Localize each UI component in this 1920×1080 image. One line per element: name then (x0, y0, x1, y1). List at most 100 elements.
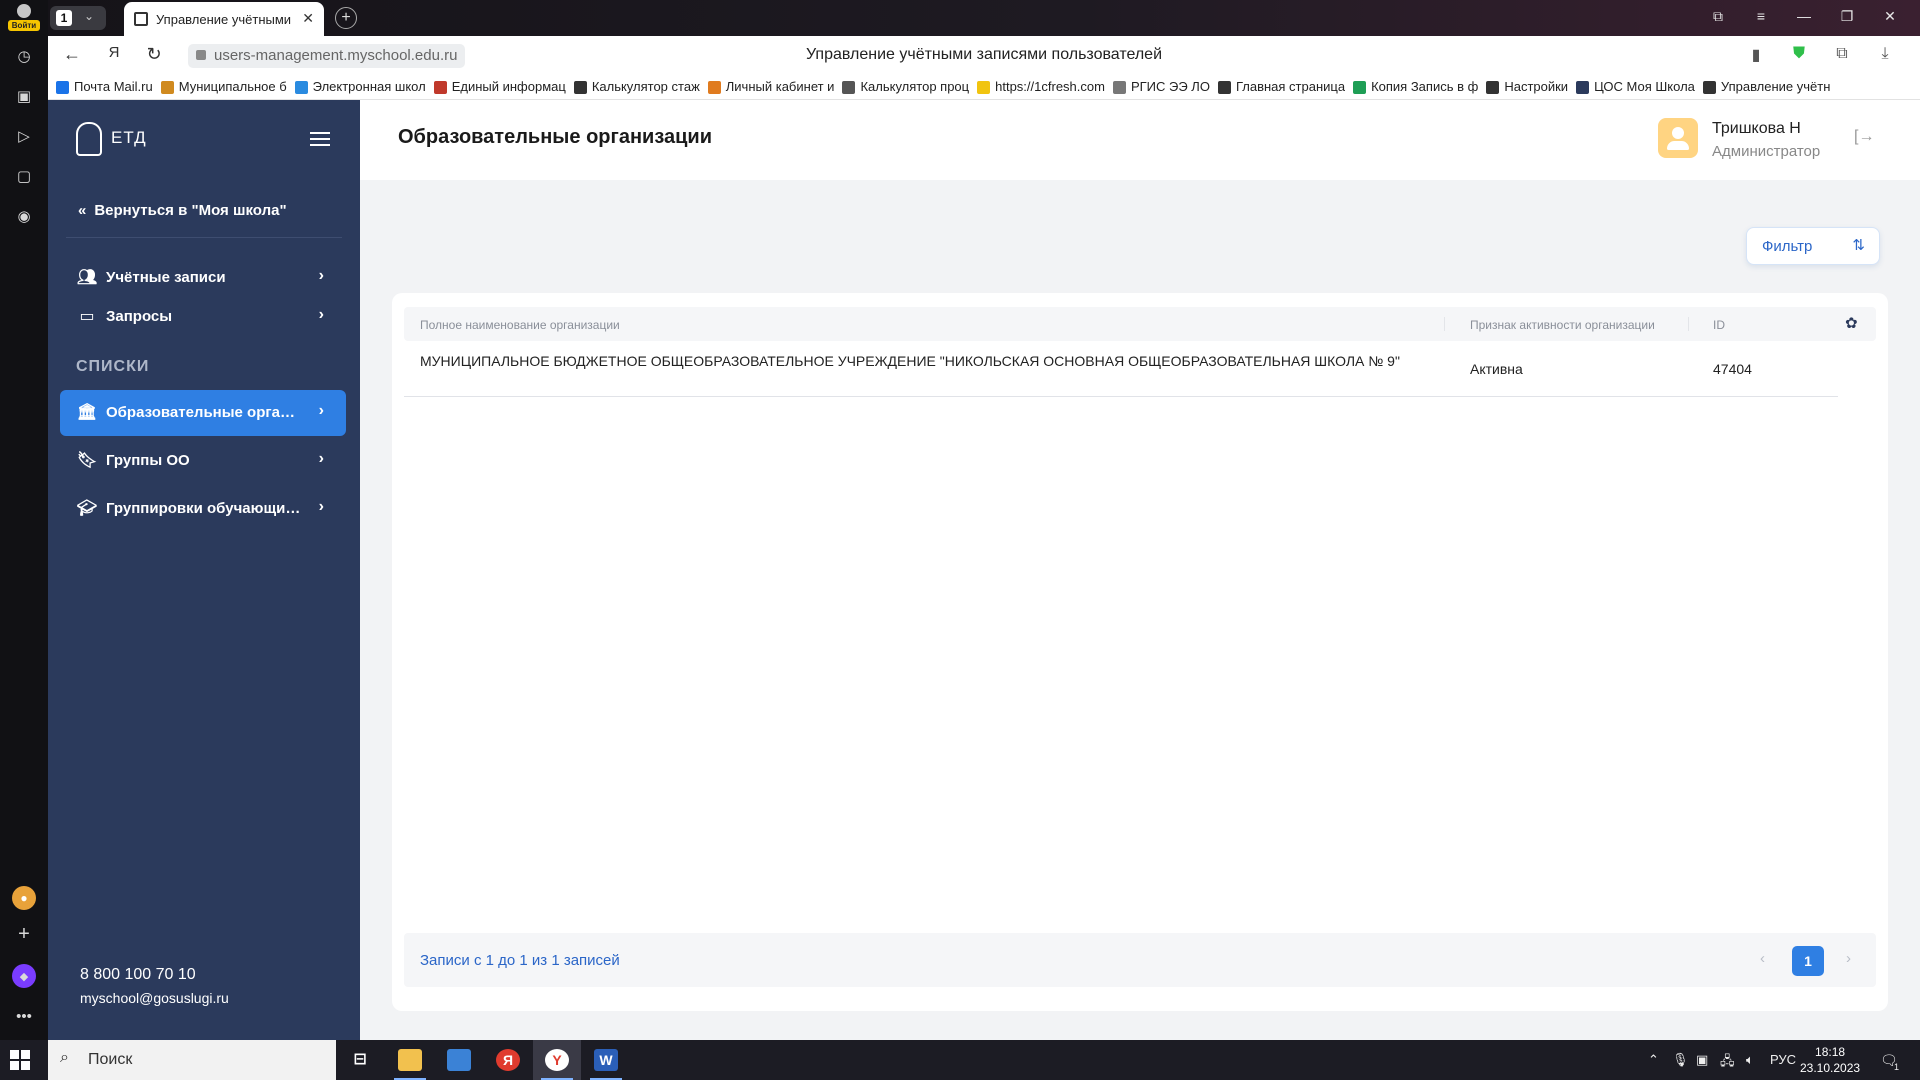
bookmark-label: РГИС ЭЭ ЛО (1130, 79, 1210, 94)
column-divider (1444, 317, 1445, 331)
bookmark-label: Муниципальное б (178, 79, 287, 94)
yandex-icon[interactable]: Я (102, 44, 126, 61)
bookmark-label: Главная страница (1235, 79, 1346, 94)
word-icon[interactable]: W (582, 1040, 630, 1080)
bookmark-label: Личный кабинет и (725, 79, 835, 94)
task-view-icon[interactable]: ⊟ (336, 1040, 384, 1080)
new-tab-button[interactable]: + (335, 7, 357, 29)
file-explorer-icon[interactable] (386, 1040, 434, 1080)
sidebar-item-student-groupings[interactable]: 🎓︎ Группировки обучающихся › (60, 486, 346, 532)
extensions-icon[interactable]: ⧉ (1831, 45, 1853, 63)
chevron-right-icon: › (318, 306, 324, 323)
avatar[interactable] (1658, 118, 1698, 158)
store-icon[interactable] (435, 1040, 483, 1080)
bookmark-item[interactable]: Настройки (1484, 76, 1568, 99)
tab-count-icon[interactable]: ▢ (12, 164, 36, 188)
chevron-right-icon: › (318, 498, 324, 515)
yandex-app-icon[interactable]: Я (484, 1040, 532, 1080)
active-tab[interactable]: Управление учётными ✕ (124, 2, 324, 36)
bookmark-item[interactable]: Личный кабинет и (706, 76, 835, 99)
bookmark-label: Калькулятор стаж (591, 79, 700, 94)
add-panel-icon[interactable]: + (12, 922, 36, 946)
bookmark-item[interactable]: ЦОС Моя Школа (1574, 76, 1695, 99)
reload-icon[interactable]: ↻ (142, 44, 166, 65)
bookmark-item[interactable]: Единый информац (432, 76, 566, 99)
bookmark-favicon-icon (1576, 81, 1590, 94)
users-icon: 👥︎ (76, 269, 98, 286)
page-header: Образовательные организации Тришкова Н А… (360, 100, 1920, 180)
chevron-up-icon[interactable]: ⌃ (1648, 1052, 1659, 1068)
clock-date: 23.10.2023 (1800, 1061, 1861, 1075)
system-clock[interactable]: 18:18 23.10.2023 (1800, 1044, 1860, 1076)
bookmark-item[interactable]: Копия Запись в ф (1351, 76, 1478, 99)
restore-icon[interactable]: ❐ (1837, 8, 1857, 25)
table-row[interactable]: МУНИЦИПАЛЬНОЕ БЮДЖЕТНОЕ ОБЩЕОБРАЗОВАТЕЛЬ… (404, 341, 1838, 397)
yandex-browser-icon[interactable]: Y (533, 1040, 581, 1080)
alice-assistant-icon[interactable]: ◆ (12, 964, 36, 988)
close-tab-icon[interactable]: ✕ (302, 10, 314, 27)
url-field[interactable]: users-management.myschool.edu.ru (188, 44, 466, 68)
network-icon[interactable]: 🖧︎ (1720, 1052, 1735, 1074)
bookmark-item[interactable]: Муниципальное б (159, 76, 287, 99)
page-number-button[interactable]: 1 (1792, 946, 1824, 976)
chevron-right-icon: › (318, 267, 324, 284)
hamburger-menu-icon[interactable] (310, 132, 330, 146)
bookmark-item[interactable]: Калькулятор стаж (572, 76, 700, 99)
back-icon[interactable]: ← (60, 44, 84, 65)
weather-icon[interactable]: ● (12, 886, 36, 910)
screen-record-icon[interactable]: ▣ (1696, 1052, 1708, 1068)
sidebar-item-organizations[interactable]: 🏛︎ Образовательные организации › (60, 390, 346, 436)
address-bar: ← Я ↻ users-management.myschool.edu.ru У… (48, 36, 1920, 76)
bookmark-icon: 🔖︎ (76, 452, 98, 469)
more-icon[interactable]: ••• (12, 1004, 36, 1028)
sidebar-item-requests[interactable]: ▭ Запросы › (60, 294, 346, 340)
bookmark-item[interactable]: РГИС ЭЭ ЛО (1111, 76, 1210, 99)
protect-shield-icon[interactable]: ⛊ (1788, 45, 1810, 63)
bookmark-item[interactable]: Электронная школ (293, 76, 426, 99)
taskbar-search[interactable]: ⌕ Поиск (48, 1040, 336, 1080)
notification-count: 1 (1894, 1062, 1900, 1072)
bookmark-icon[interactable]: ▮ (1745, 45, 1767, 65)
clock-time: 18:18 (1815, 1045, 1846, 1059)
chevron-left-icon[interactable]: ‹ (1760, 950, 1765, 967)
close-window-icon[interactable]: ✕ (1880, 8, 1900, 25)
column-header-name[interactable]: Полное наименование организации (420, 318, 620, 332)
bookmark-label: https://1cfresh.com (995, 79, 1105, 94)
downloads-icon[interactable]: ⤓ (1874, 45, 1896, 63)
column-header-status[interactable]: Признак активности организации (1470, 318, 1655, 332)
cell-status: Активна (1470, 361, 1523, 377)
back-to-myschool-link[interactable]: « Вернуться в "Моя школа" (78, 202, 287, 219)
user-name: Тришкова Н (1712, 120, 1801, 137)
inbox-icon: ▭ (79, 308, 95, 325)
tab-switcher[interactable]: 1 ⌄ (50, 6, 106, 30)
login-button[interactable]: Войти (6, 3, 42, 33)
history-icon[interactable]: ◷ (12, 44, 36, 68)
minimize-icon[interactable]: — (1794, 8, 1814, 24)
sidebar-item-org-groups[interactable]: 🔖︎ Группы ОО › (60, 438, 346, 484)
back-link-label: Вернуться в "Моя школа" (94, 202, 287, 219)
bookmarks-panel-icon[interactable]: ⧉ (1708, 8, 1728, 25)
video-icon[interactable]: ▷ (12, 124, 36, 148)
bookmark-item[interactable]: Почта Mail.ru (54, 76, 153, 99)
chevron-right-icon[interactable]: › (1846, 950, 1851, 967)
browser-menu-icon[interactable]: ≡ (1751, 8, 1771, 24)
language-indicator[interactable]: РУС (1770, 1052, 1796, 1067)
bookmark-item[interactable]: Калькулятор проц (840, 76, 969, 99)
cell-org-name: МУНИЦИПАЛЬНОЕ БЮДЖЕТНОЕ ОБЩЕОБРАЗОВАТЕЛЬ… (420, 353, 1400, 369)
bookmark-label: Почта Mail.ru (74, 79, 153, 94)
search-icon: ⌕ (60, 1049, 69, 1066)
gear-icon[interactable]: ✿ (1845, 314, 1858, 332)
windows-start-icon[interactable] (10, 1050, 30, 1070)
login-badge: Войти (8, 20, 40, 31)
bookmark-item[interactable]: https://1cfresh.com (975, 76, 1105, 99)
column-header-id[interactable]: ID (1713, 318, 1725, 332)
microphone-icon[interactable]: 🎙︎ (1672, 1052, 1689, 1068)
volume-icon[interactable]: 🔈︎ (1746, 1052, 1754, 1068)
filter-button[interactable]: Фильтр ⇅ (1746, 227, 1880, 265)
logout-icon[interactable]: [→ (1854, 128, 1874, 146)
bookmark-item[interactable]: Управление учётн (1701, 76, 1830, 99)
bookmark-item[interactable]: Главная страница (1216, 76, 1346, 99)
chevron-down-icon: ⌄ (84, 9, 95, 23)
screenshot-icon[interactable]: ◉ (12, 204, 36, 228)
collections-icon[interactable]: ▣ (12, 84, 36, 108)
